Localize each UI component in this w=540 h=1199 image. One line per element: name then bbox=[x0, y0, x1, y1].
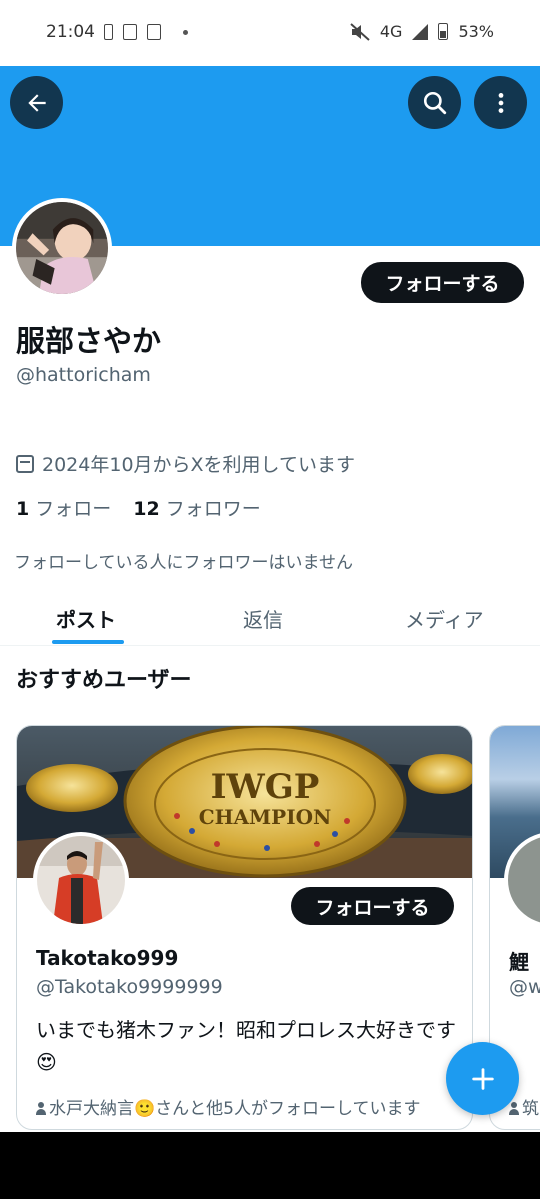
tab-replies[interactable]: 返信 bbox=[243, 604, 283, 633]
user-card-name: Takotako999 bbox=[36, 946, 179, 970]
network-type: 4G bbox=[379, 22, 403, 41]
notification-icons bbox=[104, 24, 188, 40]
svg-text:IWGP: IWGP bbox=[211, 767, 320, 807]
follow-counts: 1 フォロー 12 フォロワー bbox=[16, 494, 261, 521]
news-icon bbox=[123, 24, 137, 40]
recommended-user-card[interactable]: IWGP CHAMPION フォローする Takotako999 @Takota… bbox=[16, 725, 473, 1130]
user-card-name: 鯉 bbox=[509, 950, 529, 974]
profile-tabs: ポスト 返信 メディア bbox=[0, 590, 540, 646]
user-card-handle: @w bbox=[509, 976, 540, 998]
followers-label: フォロワー bbox=[165, 498, 261, 520]
profile-name: 服部さやか bbox=[16, 324, 162, 358]
app-screen: 21:04 4G 53% フォローする 服部さやか @hattoricham 2… bbox=[0, 0, 540, 1132]
followers-link[interactable]: 12 フォロワー bbox=[133, 494, 260, 521]
recommended-users-title: おすすめユーザー bbox=[16, 668, 192, 693]
status-bar: 21:04 4G 53% bbox=[0, 0, 540, 66]
avatar-photo bbox=[16, 202, 108, 294]
battery-saver-icon bbox=[104, 24, 113, 40]
user-card-follow-button[interactable]: フォローする bbox=[291, 887, 454, 925]
user-card-followed-by: 水戸大納言🙂さんと他5人がフォローしています bbox=[36, 1094, 420, 1119]
person-icon bbox=[36, 1102, 46, 1115]
news-icon bbox=[147, 24, 161, 40]
more-button[interactable] bbox=[474, 76, 527, 129]
follow-button[interactable]: フォローする bbox=[361, 262, 524, 303]
followed-by-text: 水戸大納言🙂さんと他5人がフォローしています bbox=[49, 1099, 421, 1119]
system-navigation-bar bbox=[0, 1132, 540, 1199]
joined-text: 2024年10月からXを利用しています bbox=[42, 454, 355, 476]
plus-icon bbox=[471, 1067, 494, 1090]
joined-date: 2024年10月からXを利用しています bbox=[16, 450, 355, 477]
user-card-handle: @Takotako9999999 bbox=[36, 976, 223, 998]
more-vertical-icon bbox=[498, 92, 503, 113]
status-time: 21:04 bbox=[46, 22, 95, 42]
following-label: フォロー bbox=[35, 498, 112, 520]
active-tab-indicator bbox=[52, 640, 124, 644]
more-notifications-dot-icon bbox=[183, 29, 188, 35]
user-card-bio: いまでも猪木ファン！昭和プロレス大好きです😍 bbox=[36, 1018, 456, 1074]
status-right: 4G 53% bbox=[350, 22, 494, 41]
compose-button[interactable] bbox=[446, 1042, 519, 1115]
followers-you-know-note: フォローしている人にフォロワーはいません bbox=[14, 553, 353, 573]
search-icon bbox=[423, 91, 446, 114]
person-icon bbox=[509, 1102, 519, 1115]
followers-count: 12 bbox=[133, 498, 160, 520]
tab-posts[interactable]: ポスト bbox=[56, 604, 116, 633]
mute-icon bbox=[350, 22, 370, 41]
following-count: 1 bbox=[16, 498, 30, 520]
followed-by-text: 筑 bbox=[522, 1099, 539, 1119]
user-card-avatar[interactable] bbox=[33, 832, 129, 928]
svg-text:CHAMPION: CHAMPION bbox=[199, 805, 332, 829]
following-link[interactable]: 1 フォロー bbox=[16, 494, 111, 521]
calendar-icon bbox=[16, 454, 34, 473]
user-avatar-photo bbox=[37, 836, 125, 924]
signal-icon bbox=[412, 23, 429, 40]
battery-percent: 53% bbox=[458, 22, 494, 41]
back-arrow-icon bbox=[27, 93, 46, 112]
search-button[interactable] bbox=[408, 76, 461, 129]
tab-media[interactable]: メディア bbox=[405, 604, 484, 633]
profile-avatar[interactable] bbox=[12, 198, 112, 298]
profile-handle: @hattoricham bbox=[16, 364, 151, 386]
battery-icon bbox=[438, 23, 449, 40]
back-button[interactable] bbox=[10, 76, 63, 129]
